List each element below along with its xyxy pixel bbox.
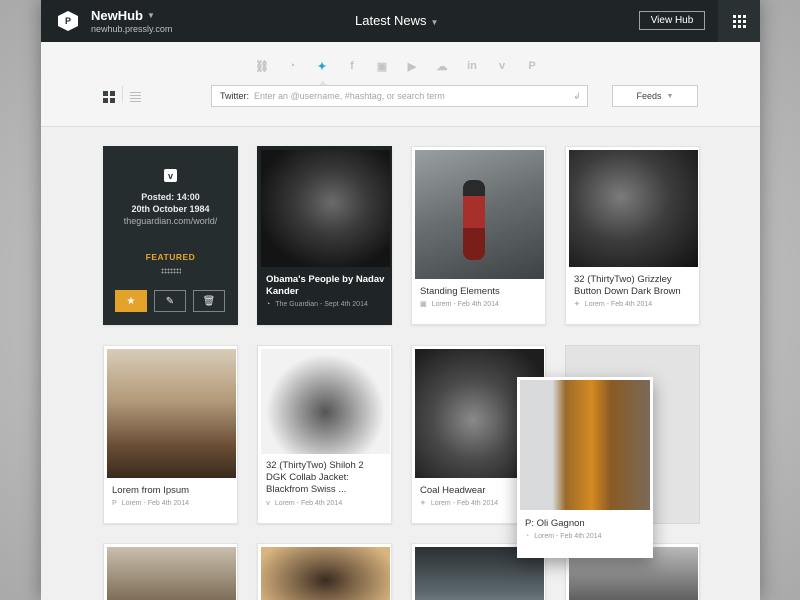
- post-meta: v Lorem - Feb 4th 2014: [266, 500, 342, 507]
- photo-detail: [463, 180, 485, 260]
- delete-button[interactable]: 🗑: [193, 290, 225, 312]
- post-card[interactable]: 32 (ThirtyTwo) Shiloh 2 DGK Collab Jacke…: [257, 345, 392, 524]
- post-image: [261, 547, 390, 600]
- post-image: [520, 380, 650, 510]
- grid-icon: [732, 14, 746, 28]
- rss-icon: ◔: [525, 533, 530, 540]
- post-card[interactable]: Obama's People by Nadav Kander ◔ The Gua…: [257, 146, 392, 325]
- chevron-down-icon: ▼: [430, 18, 439, 27]
- post-meta: P Lorem - Feb 4th 2014: [112, 500, 189, 507]
- post-title: Lorem from Ipsum: [112, 485, 190, 496]
- youtube-icon[interactable]: ▶: [405, 59, 419, 73]
- enter-icon[interactable]: ↲: [567, 91, 587, 102]
- post-image: [569, 150, 698, 267]
- posted-date: 20th October 1984: [131, 204, 210, 214]
- chevron-down-icon[interactable]: ▼: [147, 11, 155, 20]
- post-meta: ✦ Lorem - Feb 4th 2014: [420, 499, 499, 508]
- vimeo-icon[interactable]: v: [495, 59, 509, 73]
- post-source: Lorem - Feb 4th 2014: [121, 500, 189, 507]
- top-bar: P NewHub ▼ newhub.pressly.com Latest New…: [41, 0, 760, 42]
- page-title-dropdown[interactable]: Latest News ▼: [355, 13, 438, 28]
- twitter-icon[interactable]: ✦: [315, 59, 329, 87]
- twitter-icon: ✦: [420, 500, 426, 507]
- rss-icon[interactable]: ◔: [285, 59, 299, 73]
- pinterest-icon[interactable]: P: [525, 59, 539, 73]
- post-source: Lorem - Feb 4th 2014: [274, 500, 343, 507]
- rss-icon: ◔: [266, 301, 271, 308]
- page-title: Latest News: [355, 13, 427, 28]
- chevron-down-icon: ▼: [666, 92, 674, 100]
- post-meta: ▣ Lorem - Feb 4th 2014: [420, 300, 499, 309]
- app-window: P NewHub ▼ newhub.pressly.com Latest New…: [41, 0, 760, 600]
- trash-icon: 🗑: [202, 295, 216, 307]
- post-card[interactable]: Standing Elements ▣ Lorem - Feb 4th 2014: [411, 146, 546, 325]
- vimeo-icon: v: [164, 169, 177, 182]
- instagram-icon: ▣: [420, 301, 427, 308]
- post-meta: ◔ Lorem - Feb 4th 2014: [525, 533, 602, 540]
- instagram-icon[interactable]: ▣: [375, 59, 389, 73]
- pencil-icon: ✎: [165, 295, 175, 307]
- star-button[interactable]: ★: [115, 290, 147, 312]
- grid-view-icon[interactable]: [103, 91, 115, 103]
- post-card[interactable]: [257, 543, 392, 600]
- post-title: 32 (ThirtyTwo) Grizzley Button Down Dark…: [574, 274, 681, 297]
- star-icon: ★: [126, 295, 136, 307]
- divider: [122, 86, 123, 103]
- linkedin-icon[interactable]: in: [465, 59, 479, 73]
- post-title: Standing Elements: [420, 286, 500, 297]
- post-card[interactable]: 32 (ThirtyTwo) Grizzley Button Down Dark…: [565, 146, 700, 325]
- source-toolbar: ⛓ ◔ ✦ f ▣ ▶ ☁ in v P Twitter: ↲ Feeds ▼: [41, 42, 760, 127]
- post-title: P: Oli Gagnon: [525, 518, 585, 529]
- search-box[interactable]: Twitter: ↲: [211, 85, 588, 107]
- feeds-dropdown[interactable]: Feeds ▼: [612, 85, 698, 107]
- facebook-icon[interactable]: f: [345, 59, 359, 73]
- card-actions: ★ ✎ 🗑: [115, 290, 225, 312]
- network-tabs: ⛓ ◔ ✦ f ▣ ▶ ☁ in v P: [255, 59, 539, 87]
- dragging-card[interactable]: P: Oli Gagnon ◔ Lorem - Feb 4th 2014: [517, 377, 653, 558]
- post-source: Lorem - Feb 4th 2014: [430, 499, 499, 507]
- list-view-icon[interactable]: [130, 92, 141, 104]
- vimeo-icon: v: [266, 500, 270, 507]
- link-icon[interactable]: ⛓: [255, 59, 269, 73]
- post-card[interactable]: Lorem from Ipsum P Lorem - Feb 4th 2014: [103, 345, 238, 524]
- pressly-logo[interactable]: P: [58, 11, 78, 31]
- post-meta: ◔ The Guardian - Sept 4th 2014: [266, 301, 368, 308]
- post-source: Lorem - Feb 4th 2014: [431, 300, 499, 308]
- post-image: [107, 547, 236, 600]
- featured-card[interactable]: v Posted: 14:00 20th October 1984 thegua…: [103, 146, 238, 325]
- pinterest-icon: P: [112, 500, 117, 507]
- search-label: Twitter:: [220, 91, 250, 101]
- drag-handle[interactable]: [161, 268, 181, 274]
- posted-time: Posted: 14:00: [141, 192, 200, 202]
- featured-label: FEATURED: [145, 252, 196, 262]
- post-image: [261, 349, 390, 454]
- post-source: The Guardian - Sept 4th 2014: [275, 301, 368, 308]
- edit-button[interactable]: ✎: [154, 290, 186, 312]
- apps-menu-button[interactable]: [718, 0, 760, 42]
- twitter-icon: ✦: [574, 301, 580, 308]
- soundcloud-icon[interactable]: ☁: [435, 59, 449, 73]
- post-source: Lorem - Feb 4th 2014: [584, 300, 653, 308]
- source-url[interactable]: theguardian.com/world/: [104, 216, 237, 226]
- hub-name[interactable]: NewHub: [91, 8, 143, 23]
- feeds-label: Feeds: [636, 91, 662, 101]
- post-card[interactable]: [103, 543, 238, 600]
- post-image: [415, 150, 544, 279]
- post-title: Obama's People by Nadav Kander: [266, 274, 385, 297]
- post-meta: ✦ Lorem - Feb 4th 2014: [574, 300, 653, 309]
- post-source: Lorem - Feb 4th 2014: [534, 533, 602, 540]
- post-image: [261, 150, 390, 267]
- post-image: [107, 349, 236, 478]
- hub-url: newhub.pressly.com: [91, 24, 173, 34]
- post-title: 32 (ThirtyTwo) Shiloh 2 DGK Collab Jacke…: [266, 460, 364, 495]
- view-hub-button[interactable]: View Hub: [639, 11, 705, 30]
- search-input[interactable]: [254, 91, 567, 101]
